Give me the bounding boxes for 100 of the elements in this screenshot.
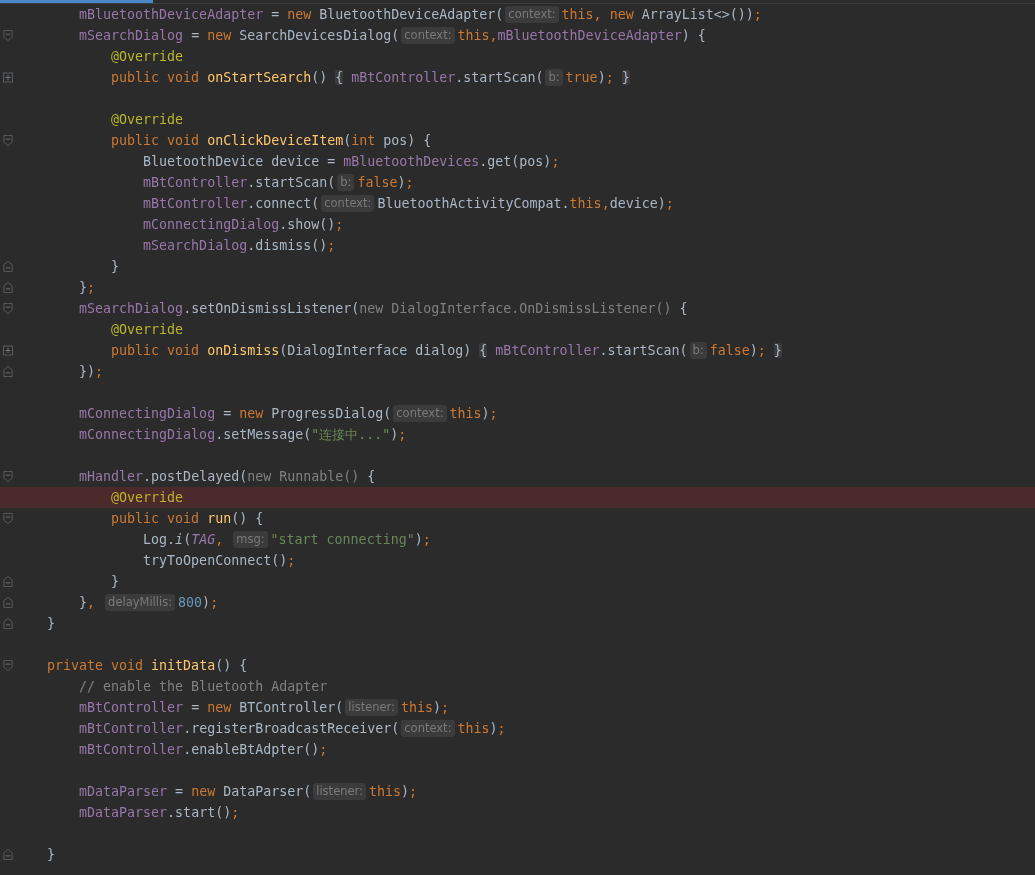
fold-icon[interactable] bbox=[2, 576, 13, 587]
code-text: .startScan( bbox=[247, 175, 336, 190]
code-text: .start() bbox=[167, 805, 232, 820]
code-text: { bbox=[366, 469, 376, 484]
punctuation: ; bbox=[551, 154, 560, 169]
fold-icon[interactable] bbox=[2, 366, 13, 377]
code-text: ProgressDialog( bbox=[271, 406, 392, 421]
keyword: public void bbox=[110, 343, 201, 358]
parameter-hint: context: bbox=[321, 195, 375, 212]
field-name: mBtController bbox=[350, 70, 456, 85]
code-text: ) bbox=[202, 595, 211, 610]
punctuation: ; bbox=[665, 196, 674, 211]
field-name: mConnectingDialog bbox=[142, 217, 280, 232]
fold-icon[interactable] bbox=[2, 282, 13, 293]
parameter-hint: listener: bbox=[313, 783, 366, 800]
code-text: } bbox=[46, 616, 56, 631]
fold-icon[interactable] bbox=[2, 135, 13, 146]
code-text: { bbox=[678, 301, 688, 316]
code-text: .connect( bbox=[247, 196, 320, 211]
code-text: .startScan( bbox=[455, 70, 544, 85]
fold-icon[interactable] bbox=[2, 597, 13, 608]
field-name: mBluetoothDeviceAdapter bbox=[497, 28, 682, 43]
punctuation: ; bbox=[489, 406, 498, 421]
keyword: this bbox=[569, 196, 602, 211]
fold-icon[interactable] bbox=[2, 261, 13, 272]
code-text: () { bbox=[231, 511, 264, 526]
punctuation: , bbox=[87, 595, 97, 610]
keyword: true bbox=[565, 70, 598, 85]
keyword: new bbox=[191, 784, 217, 799]
folded-brace: } bbox=[773, 343, 782, 358]
annotation: @Override bbox=[110, 322, 184, 337]
code-text: BTController( bbox=[239, 700, 344, 715]
code-text: = bbox=[174, 784, 185, 799]
field-name: mConnectingDialog bbox=[78, 427, 216, 442]
number-literal: 800 bbox=[178, 595, 203, 610]
fold-icon[interactable] bbox=[2, 471, 13, 482]
parameter-hint: context: bbox=[401, 720, 455, 737]
code-text: ArrayList<>()) bbox=[641, 7, 754, 22]
code-text: .startScan( bbox=[599, 343, 688, 358]
field-name: mBtController bbox=[142, 196, 248, 211]
parameter-hint: context: bbox=[393, 405, 447, 422]
field-name: mDataParser bbox=[78, 805, 168, 820]
fold-icon[interactable] bbox=[2, 30, 13, 41]
field-name: mBtController bbox=[494, 343, 600, 358]
field-name: mBtController bbox=[78, 700, 184, 715]
method-name: onStartSearch bbox=[207, 70, 312, 85]
punctuation: ; bbox=[398, 427, 407, 442]
punctuation: ; bbox=[441, 700, 450, 715]
keyword: private void bbox=[46, 658, 145, 673]
keyword: int bbox=[351, 133, 377, 148]
field-name: mHandler bbox=[78, 469, 144, 484]
punctuation: ; bbox=[95, 364, 104, 379]
code-text: } bbox=[110, 574, 120, 589]
parameter-hint: msg: bbox=[233, 531, 268, 548]
punctuation: ; bbox=[605, 70, 615, 85]
code-text: DataParser( bbox=[223, 784, 312, 799]
code-text: (DialogInterface dialog) bbox=[279, 343, 473, 358]
expand-icon[interactable] bbox=[2, 345, 13, 356]
punctuation: ; bbox=[409, 784, 418, 799]
fold-icon[interactable] bbox=[2, 618, 13, 629]
folded-brace: { bbox=[335, 70, 344, 85]
folded-brace: { bbox=[479, 343, 488, 358]
keyword: this bbox=[457, 721, 490, 736]
code-text: Log. bbox=[142, 532, 176, 547]
fold-icon[interactable] bbox=[2, 303, 13, 314]
field-name: mBluetoothDeviceAdapter bbox=[78, 7, 264, 22]
keyword: this bbox=[561, 7, 594, 22]
code-text: = bbox=[222, 406, 233, 421]
code-text: tryToOpenConnect() bbox=[142, 553, 288, 568]
keyword: public void bbox=[110, 70, 201, 85]
code-text: } bbox=[110, 259, 120, 274]
keyword: new bbox=[207, 700, 233, 715]
code-text: .dismiss() bbox=[247, 238, 328, 253]
method-name: run bbox=[207, 511, 232, 526]
punctuation: , bbox=[601, 196, 610, 211]
parameter-hint: b: bbox=[689, 342, 707, 359]
keyword: this bbox=[457, 28, 490, 43]
static-method: i bbox=[175, 532, 184, 547]
expand-icon[interactable] bbox=[2, 72, 13, 83]
parameter-hint: b: bbox=[545, 69, 563, 86]
keyword: new bbox=[609, 7, 635, 22]
code-text: .show() bbox=[279, 217, 336, 232]
keyword: false bbox=[357, 175, 398, 190]
code-text: ) bbox=[749, 343, 758, 358]
anonymous-class: new Runnable() bbox=[247, 469, 360, 484]
fold-icon[interactable] bbox=[2, 513, 13, 524]
fold-icon[interactable] bbox=[2, 660, 13, 671]
field-name: mSearchDialog bbox=[78, 28, 184, 43]
anonymous-class: new DialogInterface.OnDismissListener() bbox=[359, 301, 672, 316]
parameter-hint: context: bbox=[505, 6, 559, 23]
parameter-hint: context: bbox=[401, 27, 455, 44]
code-text: ) bbox=[489, 721, 498, 736]
fold-icon[interactable] bbox=[2, 849, 13, 860]
code-text: ) { bbox=[681, 28, 706, 43]
method-name: onDismiss bbox=[207, 343, 280, 358]
field-name: mBtController bbox=[78, 742, 184, 757]
string-literal: "start connecting" bbox=[270, 532, 415, 547]
constant-name: TAG bbox=[191, 532, 216, 547]
code-text: SearchDevicesDialog( bbox=[239, 28, 400, 43]
code-text: ) bbox=[433, 700, 442, 715]
